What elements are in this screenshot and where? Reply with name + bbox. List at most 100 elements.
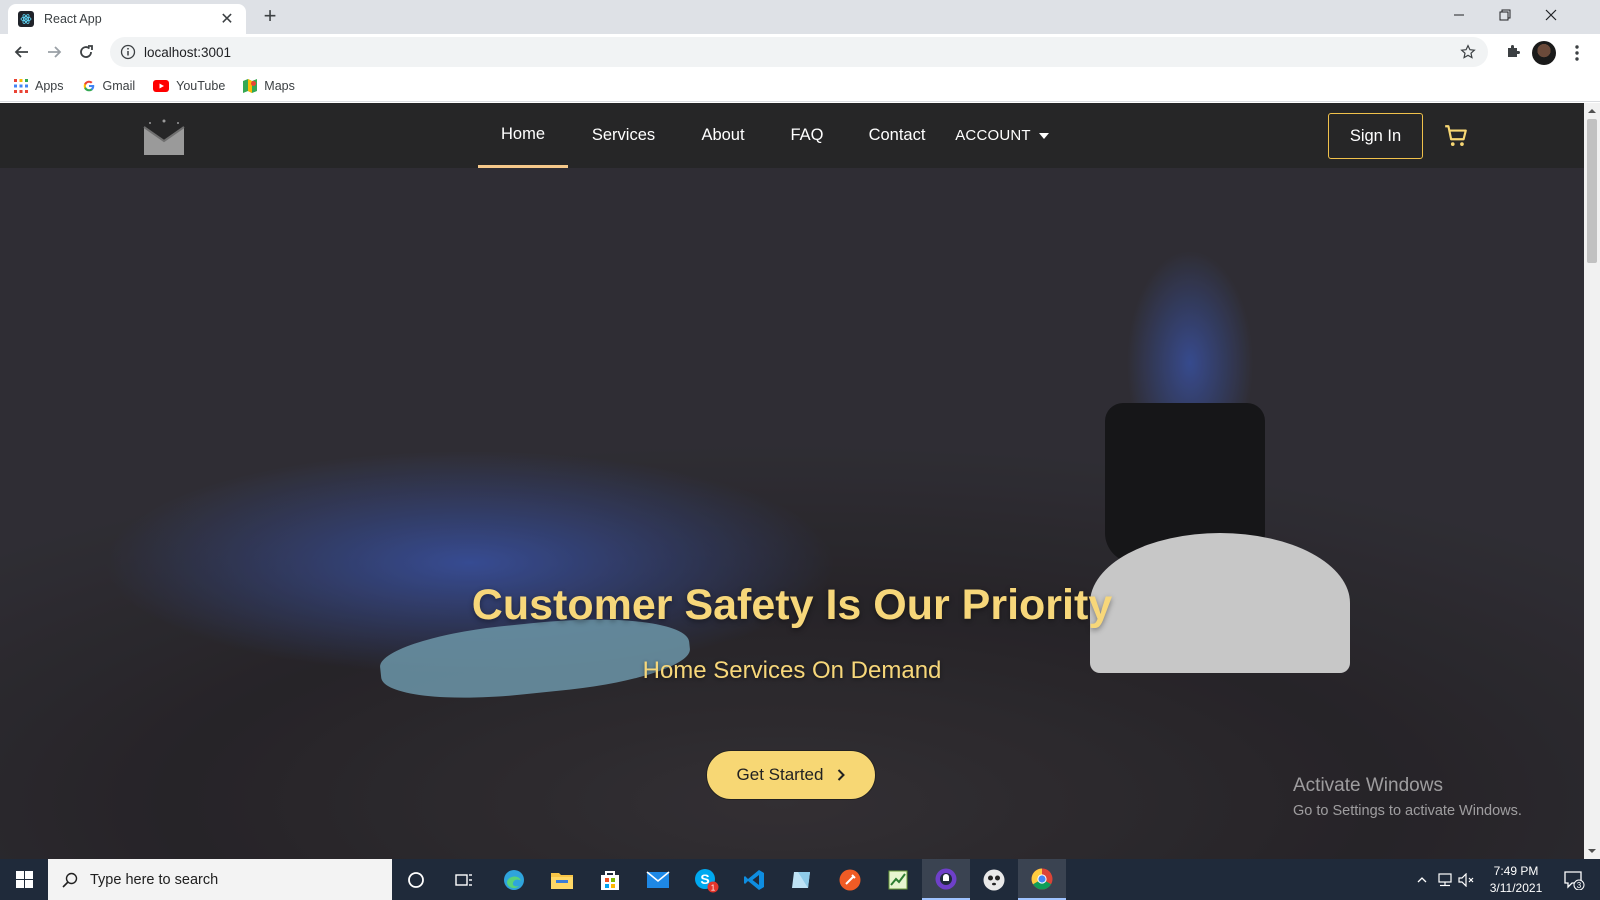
cortana-button[interactable] (392, 859, 440, 900)
bookmark-label: Maps (264, 78, 295, 93)
notes-icon (792, 871, 810, 888)
minimize-window-button[interactable] (1436, 0, 1482, 30)
nav-faq[interactable]: FAQ (767, 103, 847, 168)
hero-overlay (0, 103, 1584, 859)
taskbar-github-desktop[interactable] (922, 859, 970, 900)
react-favicon-icon (18, 11, 34, 27)
network-tray-icon[interactable] (1434, 859, 1456, 900)
notifications-count: 3 (1577, 881, 1582, 890)
show-hidden-icons-button[interactable] (1412, 859, 1432, 900)
caret-down-icon (1038, 132, 1049, 139)
nav-about[interactable]: About (679, 103, 767, 168)
taskbar-skype[interactable]: S1 (682, 859, 730, 900)
taskbar-app-notes[interactable] (778, 859, 826, 900)
account-label: ACCOUNT (955, 127, 1031, 144)
nav-home[interactable]: Home (478, 103, 568, 168)
folder-icon (551, 872, 573, 889)
nav-link-label: FAQ (790, 126, 824, 144)
nav-link-label: Services (591, 126, 656, 144)
extensions-puzzle-icon[interactable] (1505, 42, 1523, 60)
task-view-button[interactable] (440, 859, 488, 900)
volume-muted-icon (1458, 872, 1474, 887)
google-icon (83, 80, 94, 91)
action-center-button[interactable]: 3 (1556, 859, 1592, 900)
chevron-up-icon (1417, 876, 1427, 882)
bookmark-maps[interactable]: Maps (243, 78, 295, 93)
network-icon (1438, 872, 1452, 886)
taskbar-postman[interactable] (826, 859, 874, 900)
address-bar[interactable]: localhost:3001 (110, 37, 1488, 67)
bookmark-youtube[interactable]: YouTube (153, 79, 225, 93)
scroll-thumb[interactable] (1587, 119, 1597, 263)
site-info-icon[interactable] (120, 44, 136, 60)
nav-services[interactable]: Services (568, 103, 679, 168)
browser-menu-icon[interactable] (1574, 44, 1580, 62)
browser-toolbar: localhost:3001 (0, 34, 1600, 70)
bookmark-gmail[interactable]: Gmail (82, 78, 136, 93)
windows-activation-watermark: Activate Windows Go to Settings to activ… (1293, 775, 1522, 819)
new-tab-button[interactable]: + (258, 5, 282, 29)
apps-grid-icon (14, 78, 28, 93)
taskbar-app-panda[interactable] (970, 859, 1018, 900)
volume-tray-icon[interactable] (1456, 859, 1478, 900)
taskbar-search-box[interactable]: Type here to search (48, 859, 392, 900)
taskbar-edge[interactable] (490, 859, 538, 900)
forward-button[interactable] (40, 38, 68, 66)
taskbar-search-placeholder: Type here to search (90, 871, 219, 888)
browser-tab[interactable]: React App ✕ (8, 4, 246, 34)
watermark-subtitle: Go to Settings to activate Windows. (1293, 803, 1522, 819)
taskbar-chrome[interactable] (1018, 859, 1066, 900)
scroll-up-icon (1588, 109, 1596, 113)
shopping-cart-icon[interactable] (1443, 123, 1469, 149)
taskbar-excel-chart[interactable] (874, 859, 922, 900)
brand-logo-icon[interactable] (140, 115, 188, 159)
browser-tabstrip: React App ✕ + (0, 0, 1600, 34)
cortana-icon (408, 871, 424, 888)
page-viewport: Home Services About FAQ Contact ACCOUNT … (0, 103, 1584, 859)
reload-icon (80, 45, 93, 58)
bookmark-label: Gmail (102, 78, 136, 93)
panda-app-icon (983, 869, 1005, 890)
profile-avatar[interactable] (1532, 41, 1556, 65)
taskbar-clock[interactable]: 7:49 PM 3/11/2021 (1478, 863, 1554, 897)
nav-link-label: Home (500, 124, 545, 143)
hero-subtitle: Home Services On Demand (642, 657, 942, 684)
chrome-icon (1031, 868, 1053, 889)
bookmarks-bar: Apps Gmail YouTube Maps (0, 70, 1600, 102)
page-scrollbar[interactable] (1584, 103, 1600, 859)
get-started-button[interactable]: Get Started (706, 750, 876, 800)
bookmark-star-icon[interactable] (1460, 44, 1476, 60)
edge-icon (504, 869, 524, 890)
start-button[interactable] (0, 859, 48, 900)
nav-contact[interactable]: Contact (847, 103, 947, 168)
windows-logo-icon (15, 871, 33, 888)
site-navbar: Home Services About FAQ Contact ACCOUNT … (0, 103, 1584, 168)
close-window-button[interactable] (1528, 0, 1574, 30)
forward-arrow-icon (48, 46, 62, 58)
sign-in-button[interactable]: Sign In (1328, 113, 1423, 159)
vscode-icon (744, 869, 764, 890)
taskbar-file-explorer[interactable] (538, 859, 586, 900)
maps-icon (243, 78, 258, 93)
nav-account-dropdown[interactable]: ACCOUNT (947, 103, 1057, 168)
taskbar-store[interactable] (586, 859, 634, 900)
clock-date: 3/11/2021 (1489, 881, 1543, 895)
tab-close-icon[interactable]: ✕ (218, 9, 236, 29)
back-button[interactable] (8, 38, 36, 66)
reload-button[interactable] (72, 38, 100, 66)
tab-title: React App (44, 12, 102, 26)
bookmark-apps[interactable]: Apps (14, 78, 64, 93)
mail-icon (646, 870, 670, 888)
nav-link-label: Contact (868, 126, 926, 144)
store-icon (601, 870, 619, 890)
taskbar-vscode[interactable] (730, 859, 778, 900)
taskbar-mail[interactable] (634, 859, 682, 900)
restore-window-button[interactable] (1482, 0, 1528, 30)
notifications-icon: 3 (1564, 870, 1585, 890)
windows-taskbar: Type here to search S1 7:49 PM 3/11/2021… (0, 859, 1600, 900)
chart-app-icon (888, 870, 908, 889)
address-url: localhost:3001 (144, 44, 232, 60)
site-nav-links: Home Services About FAQ Contact ACCOUNT (478, 103, 1057, 168)
clock-time: 7:49 PM (1493, 864, 1539, 878)
postman-icon (839, 869, 861, 890)
